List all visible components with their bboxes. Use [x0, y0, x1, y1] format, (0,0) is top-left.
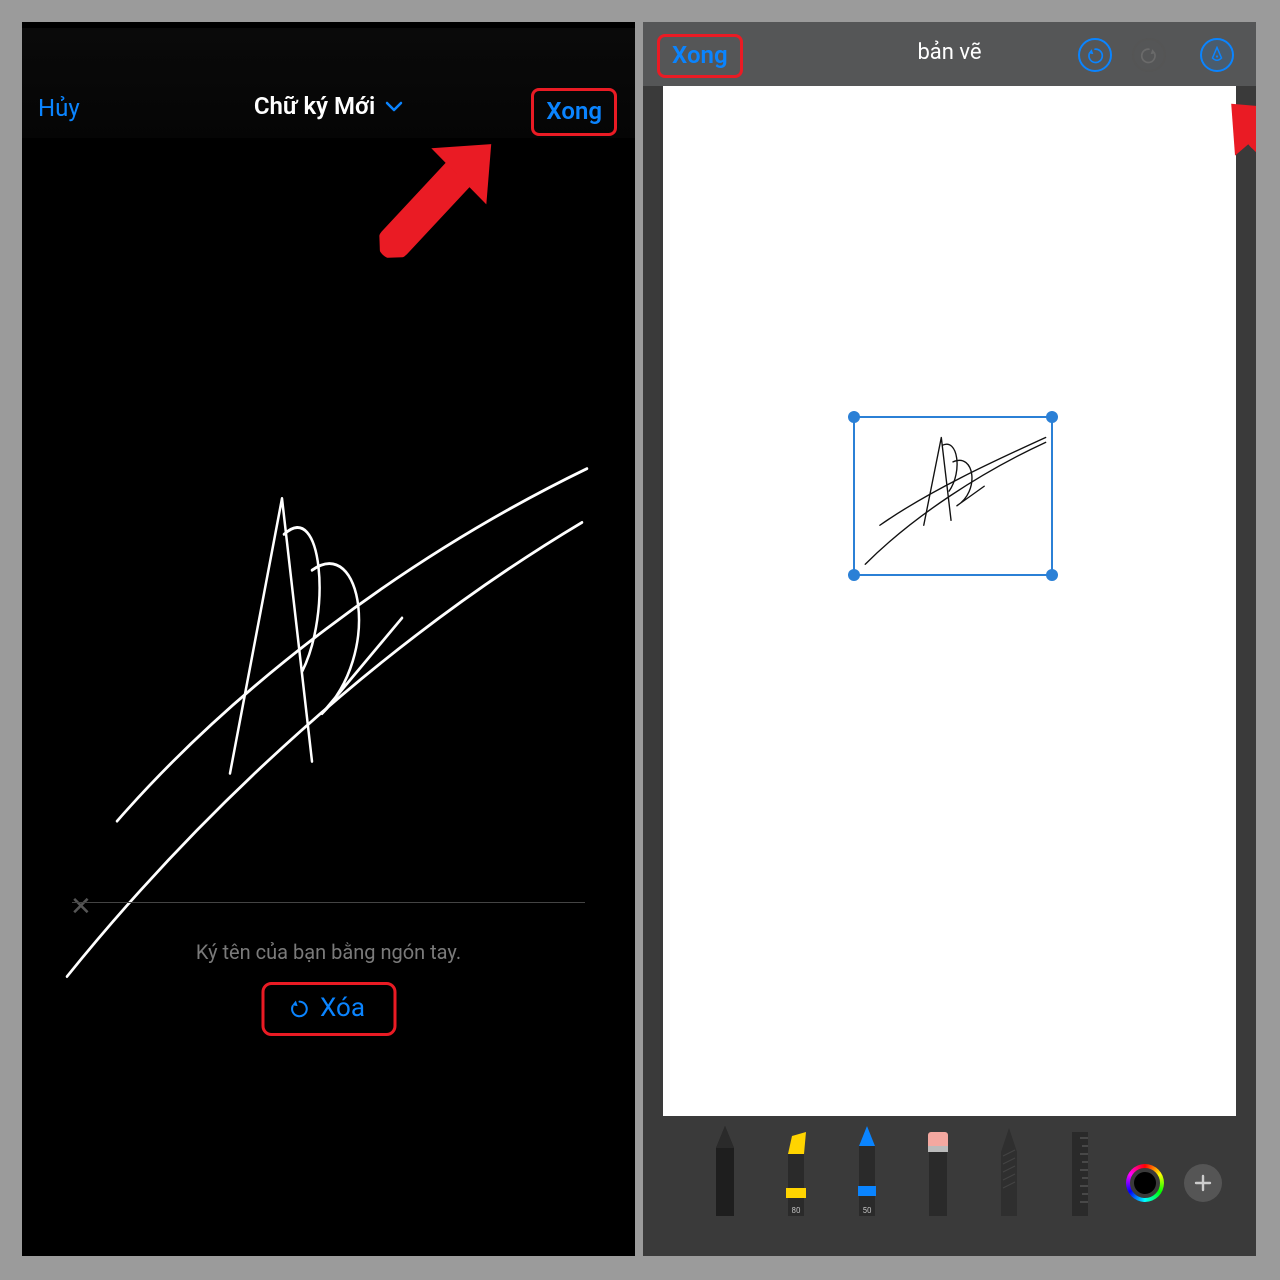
close-mark-icon: ✕	[70, 892, 92, 922]
signature-title-label: Chữ ký Mới	[254, 92, 375, 120]
undo-icon	[1085, 45, 1105, 65]
add-tool-button[interactable]	[1184, 1164, 1222, 1202]
selection-handle[interactable]	[1046, 411, 1058, 423]
markup-header: Xong bản vẽ	[643, 22, 1256, 86]
pencil-tool[interactable]: 50	[845, 1126, 889, 1216]
selection-handle[interactable]	[1046, 569, 1058, 581]
selection-handle[interactable]	[848, 411, 860, 423]
eraser-tool[interactable]	[916, 1126, 960, 1216]
signature-editor-pane: Hủy Chữ ký Mới Xong ✕ Ký tên của bạn bằn…	[22, 22, 635, 1256]
annotation-arrow-icon	[1221, 92, 1256, 216]
redo-button[interactable]	[1132, 38, 1166, 72]
tool-opacity-label: 50	[863, 1206, 872, 1215]
selection-handle[interactable]	[848, 569, 860, 581]
clear-button-label: Xóa	[320, 993, 365, 1023]
crayon-tool[interactable]	[987, 1126, 1031, 1216]
signature-hint: Ký tên của bạn bằng ngón tay.	[22, 940, 635, 964]
signature-header: Hủy Chữ ký Mới Xong	[22, 28, 635, 138]
markup-toggle-button[interactable]	[1200, 38, 1234, 72]
annotation-arrow-icon	[376, 134, 500, 258]
plus-icon	[1193, 1173, 1213, 1193]
ruler-tool[interactable]	[1058, 1126, 1102, 1216]
markup-canvas[interactable]	[663, 86, 1236, 1116]
selection-box[interactable]	[853, 416, 1053, 576]
marker-tool[interactable]: 80	[774, 1126, 818, 1216]
redo-icon	[1139, 45, 1159, 65]
chevron-down-icon	[385, 97, 403, 118]
current-color-swatch	[1130, 1168, 1160, 1198]
done-button[interactable]: Xong	[531, 88, 617, 136]
tool-opacity-label: 80	[792, 1206, 801, 1215]
markup-pane: Xong bản vẽ	[643, 22, 1256, 1256]
undo-button[interactable]	[1078, 38, 1112, 72]
pen-tip-icon	[1208, 46, 1226, 64]
undo-icon	[288, 997, 310, 1019]
signature-baseline	[72, 902, 585, 903]
clear-button[interactable]: Xóa	[261, 982, 396, 1036]
pen-tool[interactable]	[703, 1126, 747, 1216]
color-picker-button[interactable]	[1126, 1164, 1164, 1202]
drawing-toolbar: 80 50	[643, 1116, 1256, 1256]
